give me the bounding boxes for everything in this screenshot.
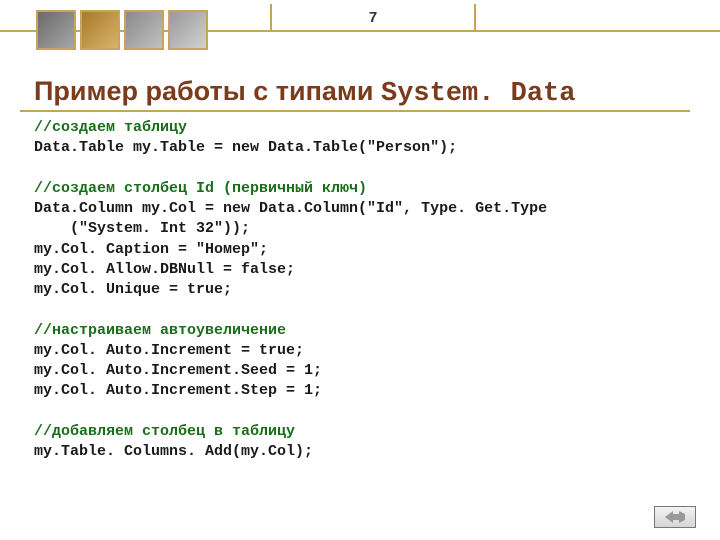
comment-1: //создаем таблицу — [34, 119, 187, 136]
comment-4: //добавляем столбец в таблицу — [34, 423, 295, 440]
code-line: my.Col. Caption = "Номер"; — [34, 241, 268, 258]
code-line: my.Col. Auto.Increment = true; — [34, 342, 304, 359]
code-line: Data.Column my.Col = new Data.Column("Id… — [34, 200, 547, 217]
arrow-left-icon — [665, 511, 685, 523]
code-line: my.Table. Columns. Add(my.Col); — [34, 443, 313, 460]
code-line: ("System. Int 32")); — [34, 220, 250, 237]
code-line: my.Col. Allow.DBNull = false; — [34, 261, 295, 278]
comment-2: //создаем столбец Id (первичный ключ) — [34, 180, 367, 197]
code-line: my.Col. Auto.Increment.Seed = 1; — [34, 362, 322, 379]
swatch-1 — [36, 10, 76, 50]
swatch-2 — [80, 10, 120, 50]
code-block: //создаем таблицу Data.Table my.Table = … — [34, 118, 690, 462]
comment-3: //настраиваем автоувеличение — [34, 322, 286, 339]
prev-button[interactable] — [654, 506, 696, 528]
code-line: Data.Table my.Table = new Data.Table("Pe… — [34, 139, 457, 156]
title-underline — [20, 110, 690, 112]
title-prefix: Пример работы с типами — [34, 76, 381, 106]
page-number: 7 — [270, 4, 476, 32]
slide-title: Пример работы с типами System. Data — [34, 76, 700, 109]
title-mono: System. Data — [381, 79, 575, 109]
swatch-3 — [124, 10, 164, 50]
code-line: my.Col. Auto.Increment.Step = 1; — [34, 382, 322, 399]
swatch-row — [36, 10, 208, 50]
code-line: my.Col. Unique = true; — [34, 281, 232, 298]
swatch-4 — [168, 10, 208, 50]
